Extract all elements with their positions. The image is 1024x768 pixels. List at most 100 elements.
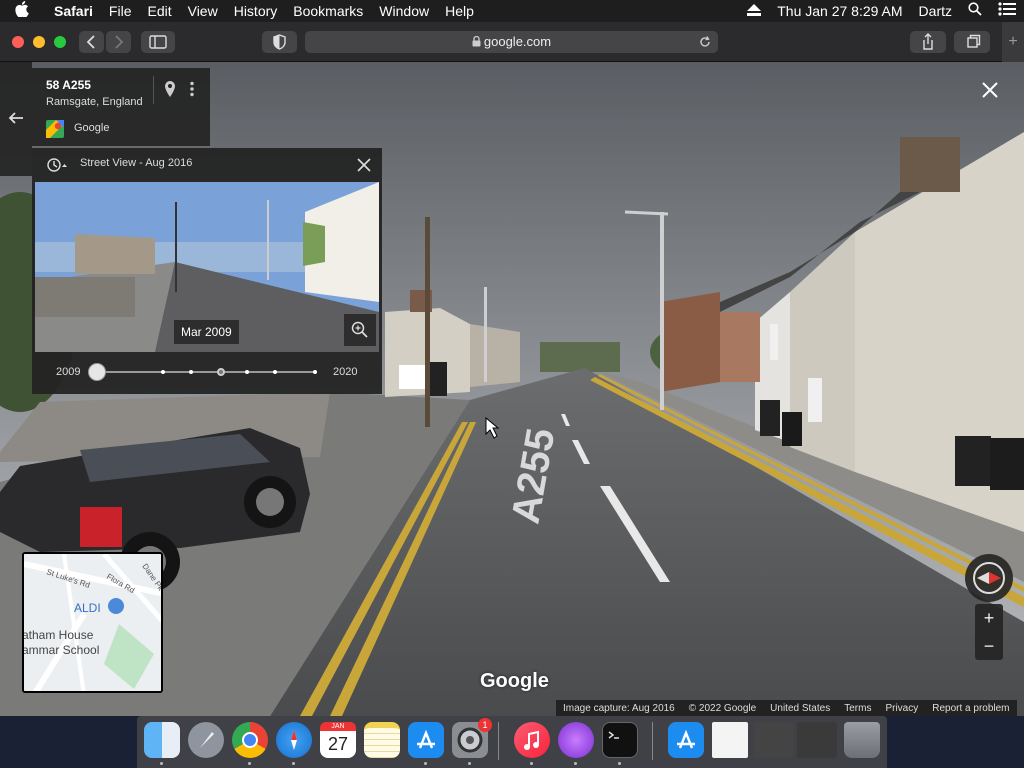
safari-icon[interactable]: [276, 722, 312, 758]
eject-icon[interactable]: [739, 0, 769, 22]
apple-menu-icon[interactable]: [0, 1, 44, 21]
screenshot-stack-icon[interactable]: [754, 722, 794, 758]
address-bar[interactable]: google.com: [305, 31, 718, 53]
minimap-label-house: atham House: [24, 628, 94, 642]
dock-separator: [498, 722, 499, 760]
menu-view[interactable]: View: [180, 0, 226, 22]
back-arrow-button[interactable]: [0, 62, 32, 176]
map-pin-icon[interactable]: [164, 80, 176, 98]
control-center-icon[interactable]: [990, 0, 1024, 22]
image-capture-date: Image capture: Aug 2016: [563, 702, 675, 714]
notification-badge: 1: [478, 718, 492, 732]
map-footer: Image capture: Aug 2016 © 2022 Google Un…: [556, 700, 1017, 716]
divider: [153, 76, 154, 104]
google-watermark: Google: [480, 670, 549, 692]
spotlight-search-icon[interactable]: [960, 0, 990, 22]
trash-icon[interactable]: [844, 722, 880, 758]
share-button[interactable]: [910, 31, 946, 53]
timeline-zoom-button[interactable]: [344, 314, 376, 346]
menu-help[interactable]: Help: [437, 0, 482, 22]
finder-icon[interactable]: [144, 722, 180, 758]
menu-history[interactable]: History: [226, 0, 286, 22]
system-preferences-icon[interactable]: 1: [452, 718, 492, 758]
music-icon[interactable]: [514, 722, 550, 758]
close-window-button[interactable]: [12, 36, 24, 48]
dock: JAN 27 1: [137, 716, 887, 768]
shield-icon: [273, 34, 286, 50]
timeline-point-current[interactable]: [217, 368, 225, 376]
timeline-slider-handle[interactable]: [88, 363, 106, 381]
chevron-right-icon: [115, 35, 124, 49]
tab-overview-button[interactable]: [954, 31, 990, 53]
minimap[interactable]: St Luke's Rd Flora Rd Dane Pk ALDI atham…: [22, 552, 163, 693]
timeline-point[interactable]: [245, 370, 249, 374]
zoom-in-button[interactable]: +: [975, 604, 1003, 632]
minimize-window-button[interactable]: [33, 36, 45, 48]
menu-file[interactable]: File: [101, 0, 140, 22]
running-indicator: [618, 762, 621, 765]
zoom-out-button[interactable]: −: [975, 632, 1003, 660]
running-indicator: [468, 762, 471, 765]
street-view-timeline: Street View - Aug 2016 Mar 2009 2009 202…: [32, 148, 382, 394]
menu-datetime[interactable]: Thu Jan 27 8:29 AM: [769, 0, 910, 22]
timeline-point[interactable]: [273, 370, 277, 374]
calendar-icon[interactable]: JAN 27: [320, 722, 356, 758]
region-link[interactable]: United States: [763, 703, 837, 714]
zoom-window-button[interactable]: [54, 36, 66, 48]
more-options-icon[interactable]: [189, 81, 195, 97]
compass-icon: [973, 562, 1005, 594]
running-indicator: [248, 762, 251, 765]
privacy-link[interactable]: Privacy: [878, 703, 925, 714]
terminal-icon[interactable]: [602, 722, 638, 758]
share-icon: [923, 33, 933, 50]
menu-edit[interactable]: Edit: [139, 0, 179, 22]
provider-label: Google: [74, 122, 110, 134]
sidebar-icon: [149, 35, 167, 49]
menu-user[interactable]: Dartz: [911, 0, 960, 22]
dock-separator: [652, 722, 653, 760]
timeline-point[interactable]: [161, 370, 165, 374]
sidebar-button[interactable]: [141, 31, 175, 53]
launchpad-icon[interactable]: [188, 722, 224, 758]
copyright-text: © 2022 Google: [688, 702, 757, 714]
street-view-canvas[interactable]: A255 58 A255 Ramsgate, England Google St…: [0, 62, 1024, 716]
running-indicator: [160, 762, 163, 765]
compass-button[interactable]: [965, 554, 1013, 602]
place-subtitle: Ramsgate, England: [46, 96, 143, 108]
menu-bookmarks[interactable]: Bookmarks: [285, 0, 371, 22]
app-store-icon[interactable]: [408, 722, 444, 758]
back-button[interactable]: [79, 31, 104, 53]
timeline-slider-track[interactable]: [97, 371, 317, 373]
safari-toolbar: google.com +: [0, 22, 1024, 62]
google-maps-icon: [46, 120, 64, 138]
calendar-month: JAN: [320, 722, 356, 731]
forward-button[interactable]: [106, 31, 131, 53]
reload-icon: [700, 36, 710, 47]
terms-link[interactable]: Terms: [837, 703, 878, 714]
chrome-icon[interactable]: [232, 722, 268, 758]
app-store-folder-icon[interactable]: [668, 722, 704, 758]
timeline-point[interactable]: [313, 370, 317, 374]
notes-icon[interactable]: [364, 722, 400, 758]
url-text: google.com: [483, 34, 552, 49]
minimap-label-aldi: ALDI: [74, 601, 101, 615]
timeline-point[interactable]: [189, 370, 193, 374]
timeline-end-year: 2020: [333, 366, 358, 378]
menu-bar: Safari File Edit View History Bookmarks …: [0, 0, 1024, 22]
downloads-stack-icon[interactable]: [797, 722, 837, 758]
history-clock-icon[interactable]: [46, 157, 68, 173]
report-problem-link[interactable]: Report a problem: [925, 703, 1016, 714]
menu-window[interactable]: Window: [371, 0, 437, 22]
new-tab-button[interactable]: +: [1002, 22, 1024, 62]
privacy-report-button[interactable]: [262, 31, 297, 53]
close-timeline-icon[interactable]: [356, 157, 372, 173]
arrow-left-icon: [8, 112, 23, 124]
installer-icon[interactable]: [558, 722, 594, 758]
document-icon[interactable]: [712, 722, 748, 758]
menu-app-name[interactable]: Safari: [44, 0, 101, 22]
tabs-icon: [967, 34, 981, 48]
place-info-card: 58 A255 Ramsgate, England Google: [32, 68, 210, 146]
timeline-selected-date: Mar 2009: [174, 320, 239, 344]
close-street-view-icon[interactable]: [980, 80, 1000, 100]
zoom-in-icon: [351, 321, 368, 338]
